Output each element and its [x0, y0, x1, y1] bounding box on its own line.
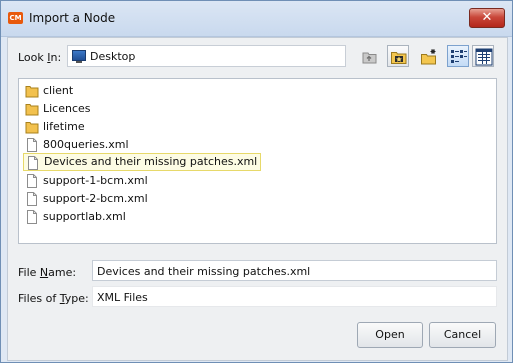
file-name-text: client: [43, 84, 74, 97]
details-view-button[interactable]: [472, 45, 494, 67]
file-name-text: Licences: [43, 102, 91, 115]
file-name-text: support-2-bcm.xml: [43, 192, 148, 205]
file-name-text: Devices and their missing patches.xml: [44, 155, 258, 168]
list-view-icon: [451, 50, 467, 63]
dialog-content: Look In: Desktop client Licences lifetim…: [7, 37, 508, 361]
file-name-label: File Name:: [18, 266, 77, 279]
file-name-text: lifetime: [43, 120, 85, 133]
details-view-icon: [475, 48, 493, 66]
folder-icon: [25, 104, 39, 116]
up-one-level-button[interactable]: [358, 45, 380, 67]
file-icon: [27, 210, 37, 224]
file-type-select[interactable]: XML Files: [92, 286, 497, 307]
file-name-input[interactable]: Devices and their missing patches.xml: [92, 260, 497, 281]
open-button[interactable]: Open: [357, 322, 423, 348]
file-list[interactable]: client Licences lifetime 800queries.xml …: [18, 78, 497, 244]
desktop-icon: [72, 50, 86, 63]
app-logo-icon: CM: [8, 12, 23, 24]
file-icon: [27, 174, 37, 188]
file-type-label: Files of Type:: [18, 292, 89, 305]
file-name-text: support-1-bcm.xml: [43, 174, 148, 187]
new-folder-icon: [421, 49, 436, 65]
look-in-label: Look In:: [18, 51, 62, 64]
file-name-text: 800queries.xml: [43, 138, 129, 151]
up-folder-icon: [362, 52, 377, 64]
new-folder-button[interactable]: [417, 45, 439, 67]
title-bar[interactable]: CM Import a Node ✕: [1, 1, 512, 37]
import-node-dialog: CM Import a Node ✕ Look In: Desktop clie…: [0, 0, 513, 363]
desktop-shortcut-button[interactable]: [387, 45, 409, 67]
look-in-combobox[interactable]: Desktop: [67, 45, 346, 67]
file-name-value: Devices and their missing patches.xml: [97, 265, 311, 278]
file-icon: [27, 138, 37, 152]
folder-icon: [25, 86, 39, 98]
home-folder-icon: [391, 52, 407, 64]
file-name-text: supportlab.xml: [43, 210, 126, 223]
dialog-title: Import a Node: [29, 11, 116, 25]
folder-icon: [25, 122, 39, 134]
file-icon: [28, 156, 38, 170]
cancel-button[interactable]: Cancel: [429, 322, 496, 348]
list-view-button[interactable]: [447, 45, 469, 67]
file-icon: [27, 192, 37, 206]
file-type-value: XML Files: [97, 291, 148, 304]
look-in-value: Desktop: [90, 50, 136, 63]
close-button[interactable]: ✕: [469, 8, 505, 28]
list-item-devices-missing-patches[interactable]: Devices and their missing patches.xml: [23, 153, 262, 171]
